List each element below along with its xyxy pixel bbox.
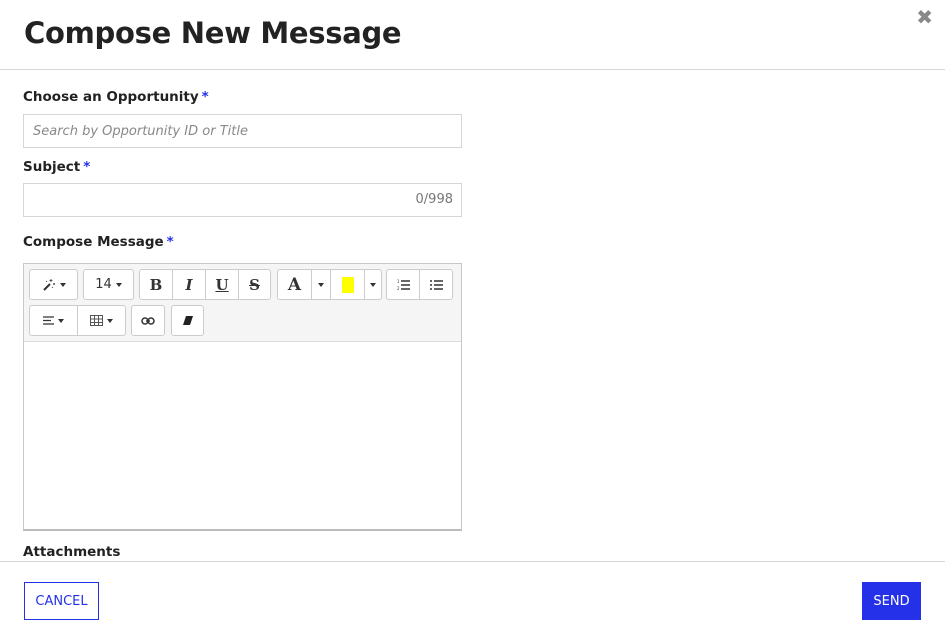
align-icon (43, 316, 54, 325)
unordered-list-icon (429, 279, 443, 290)
dialog-body: Choose an Opportunity* Subject* 0/998 Co… (0, 70, 945, 561)
bold-icon[interactable]: B (139, 269, 173, 300)
table-dropdown[interactable] (77, 305, 126, 336)
opportunity-search-input[interactable] (23, 114, 462, 148)
svg-text:2: 2 (397, 286, 400, 291)
link-button[interactable] (131, 305, 165, 336)
message-label: Compose Message * (23, 234, 174, 250)
font-color-icon[interactable]: A (277, 269, 312, 300)
subject-input[interactable] (23, 183, 462, 217)
svg-text:1: 1 (397, 279, 400, 284)
attachments-label: Attachments (23, 544, 121, 560)
ordered-list-button[interactable]: 12 (386, 269, 420, 300)
unordered-list-button[interactable] (419, 269, 453, 300)
table-icon (90, 315, 103, 326)
dialog-title: Compose New Message (24, 16, 402, 50)
underline-icon[interactable]: U (205, 269, 239, 300)
strikethrough-icon[interactable]: S (238, 269, 271, 300)
highlight-color-dropdown[interactable] (364, 269, 382, 300)
dialog-header: Compose New Message ✖ (0, 0, 945, 70)
align-dropdown[interactable] (29, 305, 78, 336)
clear-format-button[interactable] (171, 305, 204, 336)
subject-label: Subject * (23, 159, 91, 175)
cancel-button[interactable]: CANCEL (24, 582, 99, 620)
dialog-footer: CANCEL SEND (0, 561, 945, 638)
rich-text-editor: 14 B I U S A 12 (23, 263, 462, 531)
ordered-list-icon: 12 (397, 279, 410, 291)
link-icon (141, 316, 155, 325)
italic-icon[interactable]: I (172, 269, 206, 300)
opportunity-label: Choose an Opportunity * (23, 89, 209, 105)
close-icon[interactable]: ✖ (916, 5, 933, 29)
magic-wand-icon (42, 278, 55, 291)
highlight-color-button[interactable] (330, 269, 365, 300)
font-color-dropdown[interactable] (311, 269, 331, 300)
editor-content-area[interactable] (24, 342, 461, 528)
highlight-color-icon (341, 276, 354, 293)
eraser-icon (182, 316, 193, 325)
font-size-dropdown[interactable]: 14 (83, 269, 134, 300)
style-button[interactable] (29, 269, 78, 300)
send-button[interactable]: SEND (862, 582, 921, 620)
editor-toolbar: 14 B I U S A 12 (24, 264, 461, 342)
subject-char-counter: 0/998 (415, 192, 453, 207)
